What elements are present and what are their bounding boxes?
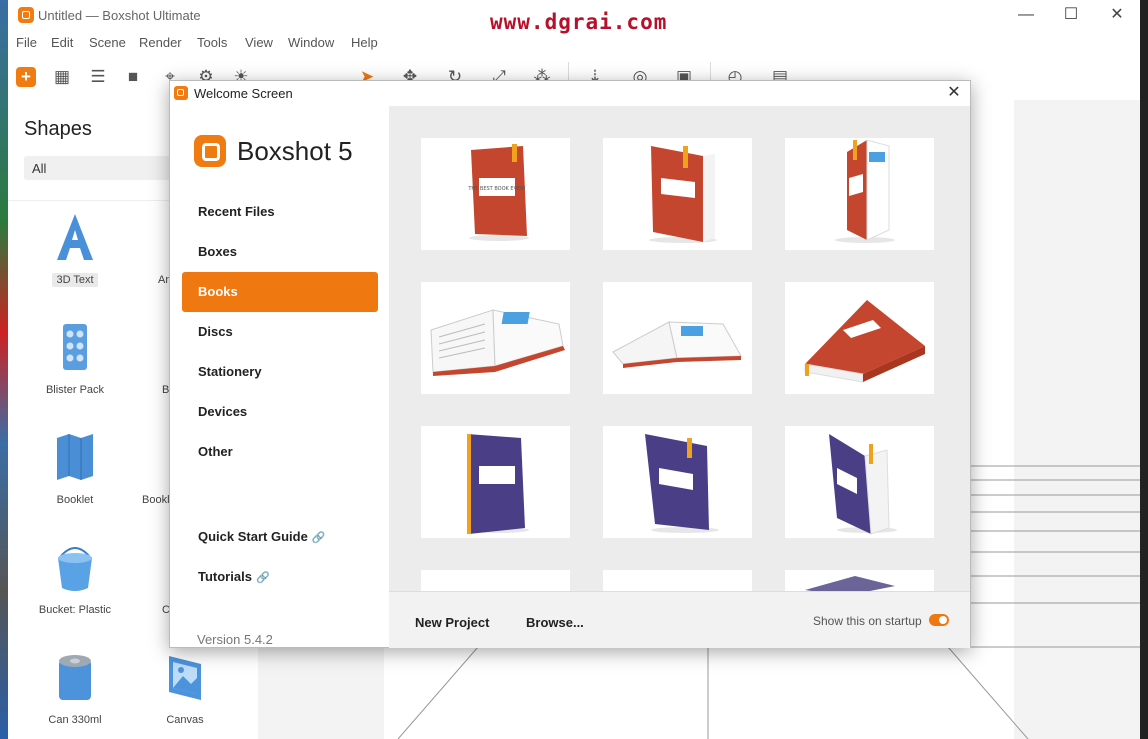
window-title: Untitled — Boxshot Ultimate	[38, 8, 201, 23]
category-other[interactable]: Other	[182, 432, 378, 472]
shape-label: Canvas	[166, 714, 204, 726]
book-template-thumb[interactable]	[421, 282, 570, 394]
show-on-startup-label: Show this on startup	[813, 614, 922, 628]
quick-start-guide-link[interactable]: Quick Start Guide 🔗	[198, 529, 326, 544]
red-book-angled-image	[649, 146, 717, 243]
menu-render[interactable]: Render	[139, 35, 182, 50]
category-discs[interactable]: Discs	[182, 312, 378, 352]
purple-book-angled-image	[645, 434, 719, 533]
menu-bar: File Edit Scene Render Tools View Window…	[8, 32, 1140, 54]
show-on-startup-toggle[interactable]	[929, 614, 949, 626]
book-template-thumb[interactable]	[785, 570, 934, 591]
category-books[interactable]: Books	[182, 272, 378, 312]
book-partial-image	[805, 576, 895, 591]
red-book-front-image: THE BEST BOOK EVER!	[467, 144, 529, 241]
new-project-button[interactable]: New Project	[415, 615, 489, 630]
shape-blister-pack[interactable]: Blister Pack	[20, 322, 130, 422]
book-template-thumb[interactable]	[421, 570, 570, 591]
book-template-thumb[interactable]	[603, 426, 752, 538]
external-link-icon: 🔗	[255, 572, 270, 584]
open-book-image	[430, 309, 565, 376]
brand-name: Boxshot 5	[237, 136, 353, 166]
shapes-title: Shapes	[24, 118, 92, 140]
title-bar: Untitled — Boxshot Ultimate www.dgrai.co…	[8, 0, 1140, 34]
menu-file[interactable]: File	[16, 35, 37, 50]
version-text: Version 5.4.2	[197, 632, 273, 647]
book-template-thumb[interactable]	[603, 282, 752, 394]
menu-help[interactable]: Help	[351, 35, 378, 50]
link-label: Quick Start Guide	[198, 529, 308, 544]
menu-window[interactable]: Window	[288, 35, 334, 50]
shape-label: Can 330ml	[48, 714, 102, 726]
external-link-icon: 🔗	[311, 532, 326, 544]
category-boxes[interactable]: Boxes	[182, 232, 378, 272]
open-book-tilted-image	[612, 321, 742, 368]
category-recent-files[interactable]: Recent Files	[182, 192, 378, 232]
red-book-open-cover-image	[835, 139, 895, 243]
desktop-left-edge	[0, 0, 8, 739]
dialog-title-bar: Welcome Screen ✕	[170, 81, 970, 106]
list-icon[interactable]: ☰	[87, 66, 109, 88]
maximize-button[interactable]: ☐	[1051, 4, 1091, 26]
menu-tools[interactable]: Tools	[197, 35, 227, 50]
template-gallery: THE BEST BOOK EVER!	[389, 106, 970, 591]
shape-label: Blister Pack	[45, 384, 105, 396]
book-cover-text: THE BEST BOOK EVER!	[467, 186, 525, 192]
book-template-thumb[interactable]	[603, 138, 752, 250]
browse-button[interactable]: Browse...	[526, 615, 584, 630]
book-template-thumb[interactable]	[785, 282, 934, 394]
book-template-thumb[interactable]	[603, 570, 752, 591]
link-label: Tutorials	[198, 569, 252, 584]
book-template-thumb[interactable]	[421, 426, 570, 538]
shape-label: Booklet	[56, 494, 94, 506]
shape-label: 3D Text	[20, 273, 130, 287]
shape-can-330ml[interactable]: Can 330ml	[20, 652, 130, 739]
grid-icon[interactable]: ▦	[51, 66, 73, 88]
can-icon	[59, 655, 91, 700]
3d-text-icon	[57, 214, 93, 260]
bucket-icon	[58, 547, 92, 591]
book-template-thumb[interactable]: THE BEST BOOK EVER!	[421, 138, 570, 250]
minimize-button[interactable]: —	[1006, 4, 1046, 26]
red-book-flat-image	[804, 300, 925, 383]
booklet-icon	[57, 434, 93, 480]
menu-edit[interactable]: Edit	[51, 35, 73, 50]
book-template-thumb[interactable]	[785, 426, 934, 538]
dialog-close-icon[interactable]: ✕	[944, 83, 964, 103]
category-stationery[interactable]: Stationery	[182, 352, 378, 392]
dialog-app-icon	[174, 86, 188, 100]
shape-booklet[interactable]: Booklet	[20, 432, 130, 532]
shape-label: Bucket: Plastic	[38, 604, 112, 616]
blister-pack-icon	[63, 324, 87, 370]
dialog-sidebar: Boxshot 5 Recent Files Boxes Books Discs…	[170, 106, 389, 647]
menu-view[interactable]: View	[245, 35, 273, 50]
boxshot-logo-icon	[194, 135, 226, 167]
app-icon	[18, 7, 34, 23]
tutorials-link[interactable]: Tutorials 🔗	[198, 569, 270, 584]
menu-scene[interactable]: Scene	[89, 35, 126, 50]
dialog-footer: New Project Browse... Show this on start…	[389, 591, 970, 648]
dialog-title: Welcome Screen	[194, 86, 293, 101]
purple-book-side-image	[829, 434, 897, 535]
close-button[interactable]: ✕	[1097, 4, 1137, 26]
purple-book-front-image	[467, 434, 529, 534]
desktop-right-edge	[1140, 0, 1148, 739]
category-devices[interactable]: Devices	[182, 392, 378, 432]
add-icon[interactable]: +	[16, 67, 36, 87]
shapes-filter-value: All	[32, 161, 47, 176]
watermark-text: www.dgrai.com	[490, 10, 668, 34]
shape-bucket-plastic[interactable]: Bucket: Plastic	[20, 542, 130, 642]
welcome-dialog: Welcome Screen ✕ Boxshot 5 Recent Files …	[169, 80, 971, 648]
canvas-icon	[169, 656, 201, 700]
book-template-thumb[interactable]	[785, 138, 934, 250]
camera-icon[interactable]: ■	[122, 66, 144, 88]
shape-3d-text[interactable]: 3D Text	[20, 212, 130, 312]
shape-canvas[interactable]: Canvas	[130, 652, 240, 739]
